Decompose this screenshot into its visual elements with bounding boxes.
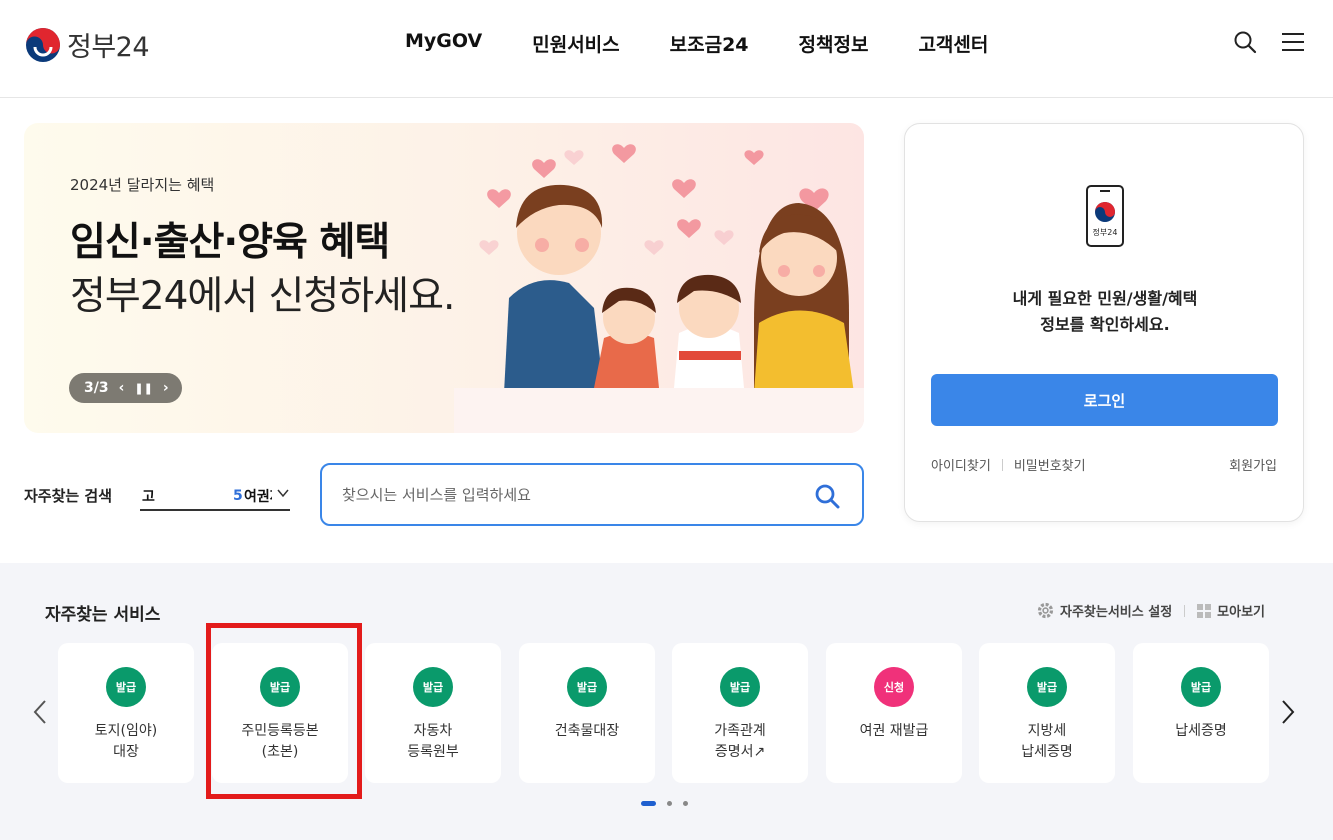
settings-button[interactable]: 자주찾는서비스 설정 <box>1037 601 1172 620</box>
view-all-label: 모아보기 <box>1217 605 1265 620</box>
menu-icon[interactable] <box>1281 30 1305 54</box>
login-button[interactable]: 로그인 <box>931 374 1278 426</box>
logo[interactable]: 정부24 <box>25 25 150 64</box>
service-badge: 발급 <box>567 667 607 707</box>
service-name-line2: 대장 <box>113 744 139 760</box>
join-link[interactable]: 회원가입 <box>1229 455 1277 474</box>
banner-description: 정부24에서 신청하세요. <box>70 274 455 319</box>
chevron-down-icon[interactable] <box>276 486 290 500</box>
login-card: 정부24 내게 필요한 민원/생활/혜택 정보를 확인하세요. 로그인 아이디찾… <box>904 123 1304 522</box>
banner-subtitle: 2024년 달라지는 혜택 <box>70 176 215 194</box>
nav-customer-center[interactable]: 고객센터 <box>918 30 988 57</box>
taegeuk-logo-icon <box>26 27 60 62</box>
popular-search-label: 자주찾는 검색 <box>24 487 113 505</box>
service-card[interactable]: 발급납세증명 <box>1133 643 1269 783</box>
chevron-right-icon[interactable] <box>1280 698 1296 726</box>
carousel-dots <box>641 801 699 806</box>
service-badge: 발급 <box>1027 667 1067 707</box>
find-password-link[interactable]: 비밀번호찾기 <box>1014 455 1086 474</box>
divider <box>1001 458 1003 471</box>
service-badge: 발급 <box>413 667 453 707</box>
view-all-button[interactable]: 모아보기 <box>1197 601 1265 620</box>
service-name-line1: 건축물대장 <box>554 723 620 739</box>
service-name-line1: 주민등록등본 <box>241 723 319 739</box>
service-name: 지방세납세증명 <box>979 721 1115 763</box>
service-name-line1: 가족관계 <box>714 723 766 739</box>
main-nav: MyGOV 민원서비스 보조금24 정책정보 고객센터 <box>405 30 1038 57</box>
settings-label: 자주찾는서비스 설정 <box>1059 605 1173 620</box>
site-header: 정부24 MyGOV 민원서비스 보조금24 정책정보 고객센터 <box>0 0 1333 98</box>
service-name-line1: 납세증명 <box>1175 723 1227 739</box>
service-name-line2: 등록원부 <box>407 744 459 760</box>
service-name: 건축물대장 <box>519 721 655 742</box>
service-name-line1: 토지(임야) <box>94 723 158 739</box>
nav-mygov[interactable]: MyGOV <box>405 30 482 57</box>
service-card[interactable]: 발급건축물대장 <box>519 643 655 783</box>
section-tools: 자주찾는서비스 설정 모아보기 <box>1037 601 1265 620</box>
search-icon[interactable] <box>1233 30 1257 54</box>
nav-policy-info[interactable]: 정책정보 <box>799 30 869 57</box>
login-message: 내게 필요한 민원/생활/혜택 정보를 확인하세요. <box>905 286 1305 338</box>
search-submit-icon[interactable] <box>814 483 840 509</box>
banner-title: 임신·출산·양육 혜택 <box>70 220 390 265</box>
phone-label: 정부24 <box>1093 227 1118 237</box>
service-card[interactable]: 발급지방세납세증명 <box>979 643 1115 783</box>
service-card[interactable]: 발급토지(임야) 대장 <box>58 643 194 783</box>
nav-subsidy24[interactable]: 보조금24 <box>670 30 749 57</box>
login-message-line1: 내게 필요한 민원/생활/혜택 <box>1012 289 1198 308</box>
popular-search-term[interactable]: 여권재 <box>244 486 272 506</box>
service-name-line2: 납세증명 <box>1021 744 1073 760</box>
logo-text: 정부24 <box>67 32 150 63</box>
popular-search-ticker[interactable]: 고 5 여권재 <box>140 482 290 511</box>
service-name: 자동차등록원부 <box>365 721 501 763</box>
promo-banner[interactable]: 2024년 달라지는 혜택 임신·출산·양육 혜택 정부24에서 신청하세요. … <box>24 123 864 433</box>
popular-search-keyword[interactable]: 고 <box>142 486 155 506</box>
service-name-line1: 지방세 <box>1027 723 1067 739</box>
service-card[interactable]: 신청여권 재발급 <box>826 643 962 783</box>
service-name-line2: 증명서↗ <box>714 744 766 760</box>
service-name-line1: 자동차 <box>413 723 453 739</box>
service-card[interactable]: 발급자동차등록원부 <box>365 643 501 783</box>
banner-controls: 3/3 ‹ ❚❚ › <box>69 373 182 403</box>
search-box <box>320 463 864 526</box>
nav-civil-service[interactable]: 민원서비스 <box>532 30 619 57</box>
carousel-dot[interactable] <box>667 801 672 806</box>
service-name: 납세증명 <box>1133 721 1269 742</box>
grid-icon <box>1197 603 1212 618</box>
carousel-dot[interactable] <box>683 801 688 806</box>
service-name-line1: 여권 재발급 <box>859 723 929 739</box>
section-title: 자주찾는 서비스 <box>45 605 161 625</box>
service-badge: 발급 <box>106 667 146 707</box>
frequent-services-section: 자주찾는 서비스 자주찾는서비스 설정 모아보기 발급토지(임야) 대장 발급주민등… <box>0 563 1333 840</box>
banner-pager: 3/3 <box>84 380 109 396</box>
service-name: 주민등록등본 (초본) <box>212 721 348 763</box>
find-id-link[interactable]: 아이디찾기 <box>931 455 991 474</box>
carousel-dot[interactable] <box>641 801 656 806</box>
mobile-phone-icon: 정부24 <box>1086 185 1124 247</box>
gear-icon <box>1037 602 1054 619</box>
popular-search-rank: 5 <box>233 487 243 504</box>
service-name-line2: (초본) <box>261 744 299 760</box>
service-name: 토지(임야) 대장 <box>58 721 194 763</box>
service-name: 가족관계증명서↗ <box>672 721 808 763</box>
login-message-line2: 정보를 확인하세요. <box>1040 315 1170 334</box>
banner-pause-icon[interactable]: ❚❚ <box>134 382 152 395</box>
service-card[interactable]: 발급가족관계증명서↗ <box>672 643 808 783</box>
search-input[interactable] <box>342 481 802 509</box>
account-links: 아이디찾기 비밀번호찾기 <box>931 455 1086 474</box>
service-badge: 발급 <box>720 667 760 707</box>
service-name: 여권 재발급 <box>826 721 962 742</box>
service-badge: 신청 <box>874 667 914 707</box>
banner-next-icon[interactable]: › <box>163 380 169 396</box>
family-illustration <box>454 144 864 433</box>
chevron-left-icon[interactable] <box>32 698 48 726</box>
service-badge: 발급 <box>260 667 300 707</box>
divider <box>1184 604 1186 617</box>
service-card[interactable]: 발급주민등록등본 (초본) <box>212 643 348 783</box>
banner-prev-icon[interactable]: ‹ <box>119 380 125 396</box>
service-badge: 발급 <box>1181 667 1221 707</box>
